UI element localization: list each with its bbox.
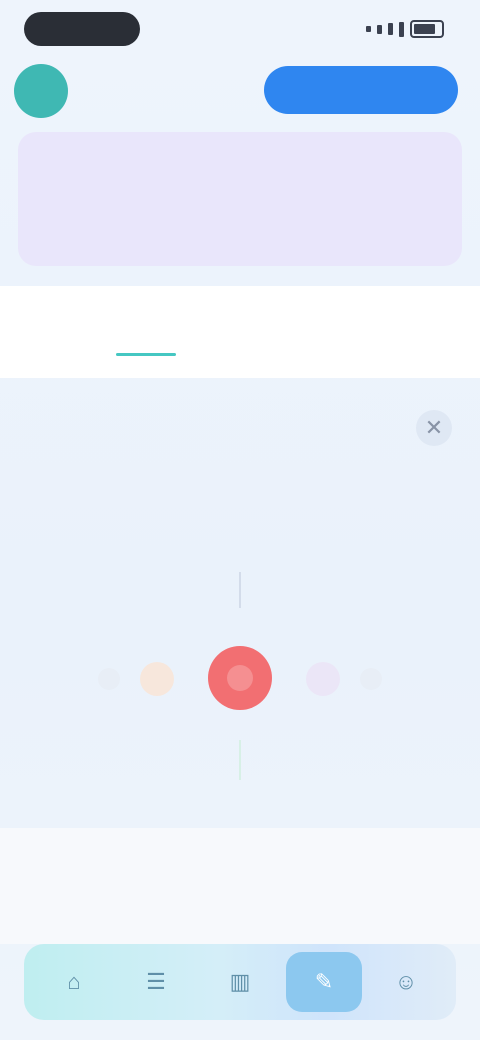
answer-option-3-selected[interactable] — [208, 646, 272, 710]
chart-icon: ▥ — [229, 969, 251, 994]
answer-option-1[interactable] — [98, 668, 120, 690]
tab-second[interactable] — [276, 316, 396, 350]
nav-item-home[interactable]: ⌂ — [42, 952, 106, 1012]
primary-cta-button[interactable] — [264, 66, 458, 114]
tab-active-indicator — [116, 353, 176, 356]
hero-card — [18, 132, 462, 266]
nav-item-profile[interactable]: ☺ — [374, 952, 438, 1012]
nav-item-test-active[interactable]: ✎ — [286, 952, 362, 1012]
close-icon: ✕ — [424, 415, 444, 440]
list-icon: ☰ — [146, 969, 166, 994]
signal-icon — [377, 24, 382, 34]
battery-icon — [410, 20, 444, 38]
answer-option-4[interactable] — [306, 662, 340, 696]
bottom-nav: ⌂ ☰ ▥ ✎ ☺ — [24, 944, 456, 1020]
close-button[interactable]: ✕ — [416, 410, 452, 446]
profile-icon: ☺ — [394, 969, 418, 994]
status-bar — [0, 0, 480, 56]
status-time — [24, 12, 140, 46]
signal-icon — [399, 21, 404, 37]
test-icon: ✎ — [314, 969, 334, 994]
tab-first[interactable] — [96, 316, 196, 356]
signal-icon — [388, 23, 393, 35]
app-header — [0, 58, 480, 122]
answer-option-2[interactable] — [140, 662, 174, 696]
nav-item-chart[interactable]: ▥ — [208, 952, 272, 1012]
home-icon: ⌂ — [67, 969, 81, 994]
signal-icon — [366, 26, 371, 32]
app-screen: ✕ ⌂ ☰ ▥ ✎ ☺ — [0, 0, 480, 1040]
question-card: ✕ — [0, 396, 480, 816]
avatar[interactable] — [14, 64, 68, 118]
scale-connector-top — [239, 572, 241, 608]
status-icons — [366, 20, 444, 38]
answer-option-5[interactable] — [360, 668, 382, 690]
nav-item-list[interactable]: ☰ — [124, 952, 188, 1012]
scale-connector-bottom — [239, 740, 241, 780]
answer-scale — [0, 644, 480, 714]
tab-bar — [0, 286, 480, 378]
info-section — [0, 828, 480, 944]
